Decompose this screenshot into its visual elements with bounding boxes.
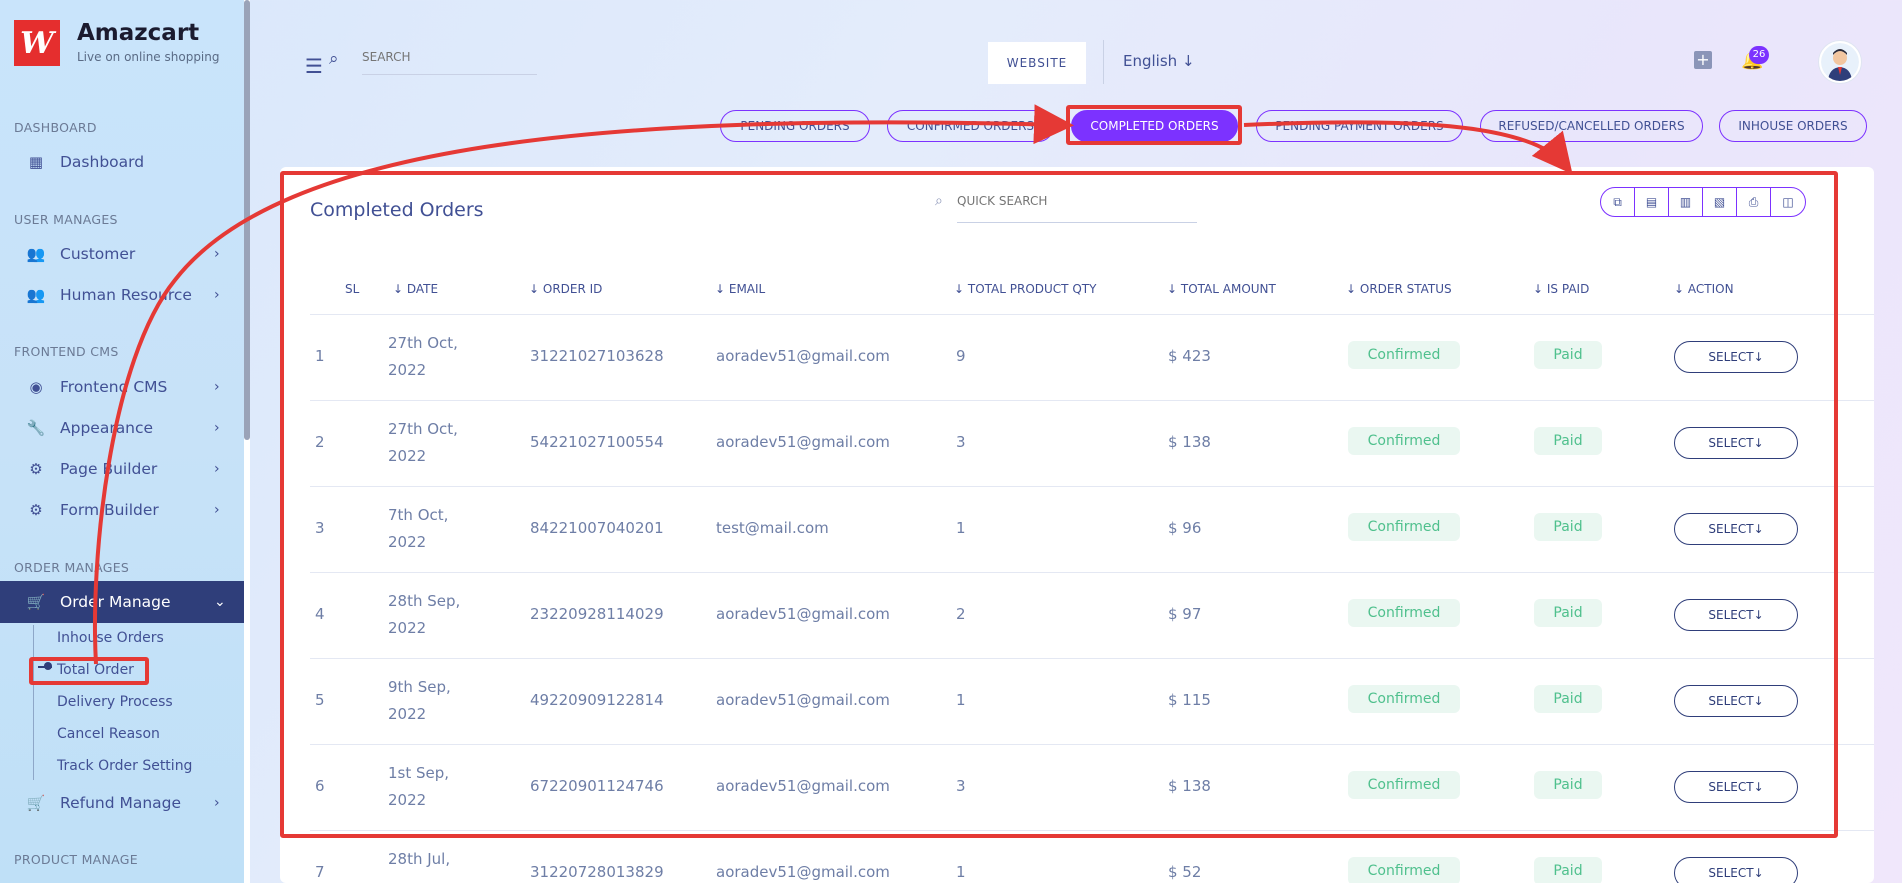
arrow-sidebar-to-tab — [93, 104, 1074, 665]
annotation-arrows — [93, 104, 1573, 665]
arrow-tab-to-table — [1243, 120, 1573, 175]
